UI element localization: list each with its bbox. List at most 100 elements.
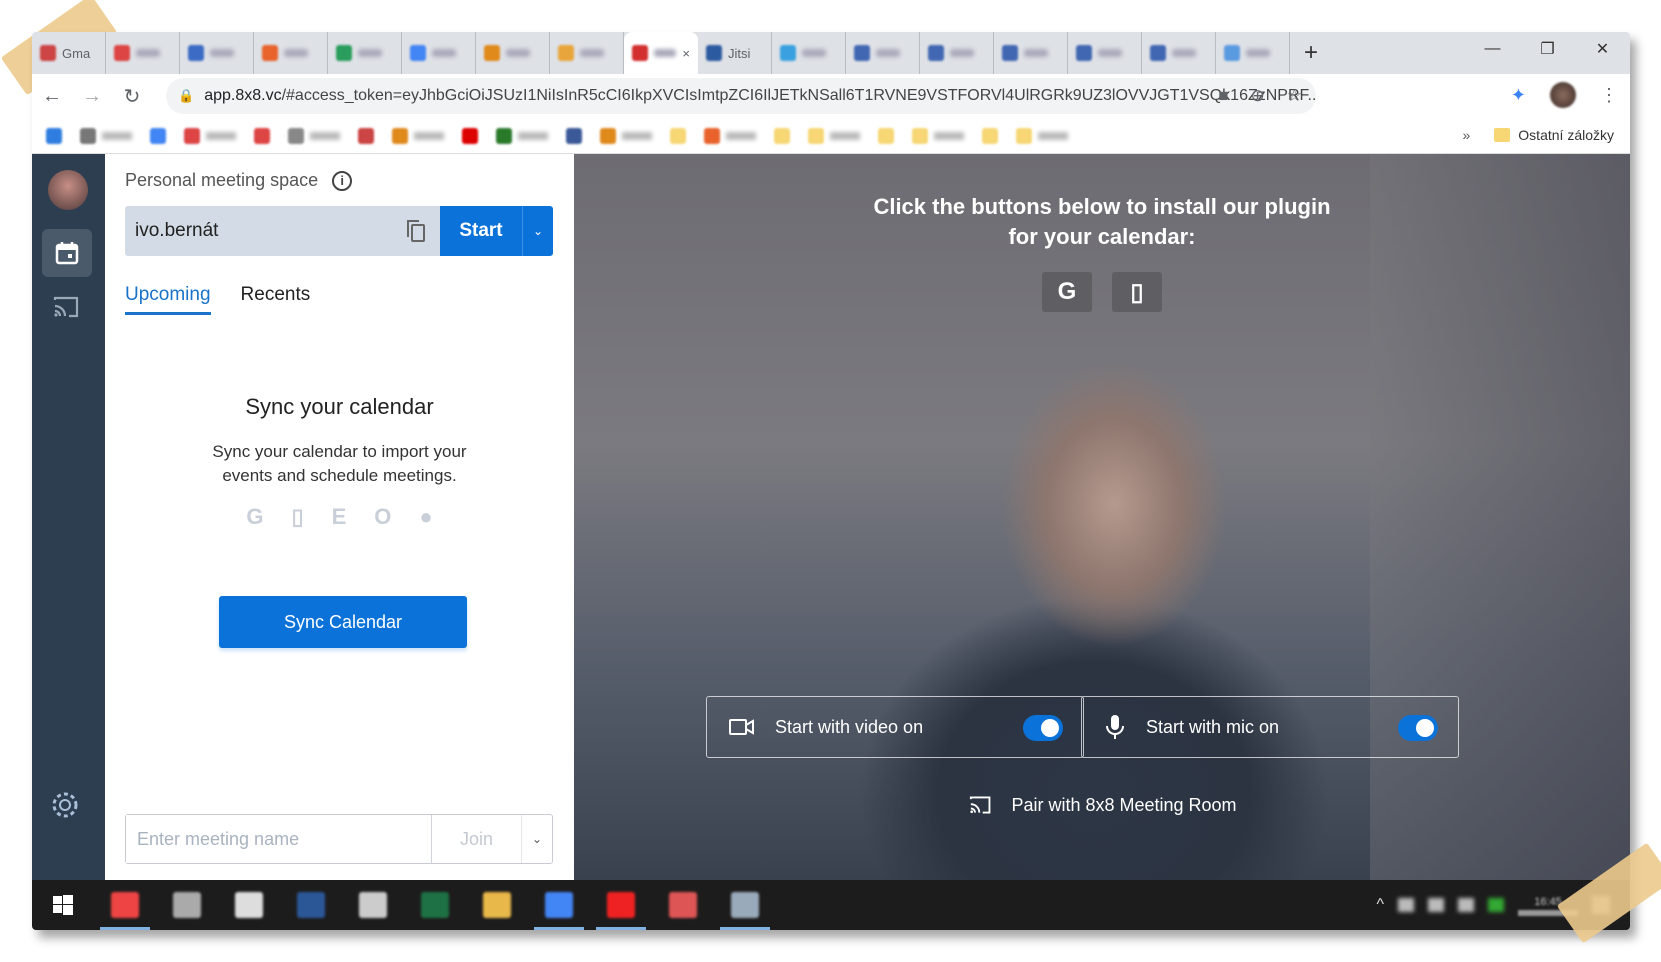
sync-description: Sync your calendar to import your events … <box>105 440 574 488</box>
tab-recents[interactable]: Recents <box>241 284 311 315</box>
extension-icon[interactable]: ✦ <box>1511 85 1526 106</box>
bookmark[interactable] <box>566 127 582 144</box>
browser-tab[interactable]: Gma <box>32 32 106 74</box>
info-icon[interactable]: i <box>332 170 353 191</box>
copy-button[interactable] <box>406 219 426 249</box>
google-icon: G <box>246 504 264 529</box>
browser-tab[interactable] <box>772 32 846 74</box>
close-tab-icon[interactable]: × <box>682 46 690 61</box>
browser-tab[interactable] <box>328 32 402 74</box>
sync-calendar-button[interactable]: Sync Calendar <box>219 596 467 648</box>
browser-tab[interactable] <box>1068 32 1142 74</box>
calendar-nav-button[interactable] <box>42 229 92 277</box>
bookmark[interactable] <box>184 127 236 144</box>
browser-tab[interactable] <box>920 32 994 74</box>
mic-toggle-switch[interactable] <box>1398 715 1438 741</box>
office-plugin-button[interactable]: ▯ <box>1112 272 1162 312</box>
menu-icon[interactable]: ⋮ <box>1600 85 1618 106</box>
bookmark[interactable] <box>392 127 444 144</box>
microphone-icon <box>1106 715 1124 739</box>
browser-tab[interactable]: × <box>624 32 698 74</box>
browser-tab[interactable] <box>1216 32 1290 74</box>
reload-icon[interactable]: ↻ <box>112 84 152 109</box>
meeting-name-input[interactable] <box>126 815 432 863</box>
taskbar-app[interactable] <box>466 880 528 930</box>
tray-icon[interactable] <box>1428 898 1444 912</box>
taskbar-app[interactable] <box>280 880 342 930</box>
forward-icon[interactable]: → <box>72 85 112 108</box>
other-bookmarks[interactable]: Ostatní záložky <box>1518 127 1614 143</box>
taskbar-app[interactable] <box>218 880 280 930</box>
bookmark[interactable] <box>150 127 166 144</box>
browser-tab[interactable] <box>402 32 476 74</box>
calendar-providers: G ▯ E O ● <box>105 504 574 530</box>
user-avatar[interactable] <box>48 170 88 210</box>
zoom-icon[interactable]: ⊕ <box>1251 86 1265 106</box>
join-dropdown-chevron-icon[interactable]: ⌄ <box>522 815 552 863</box>
video-toggle-row[interactable]: Start with video on <box>706 696 1084 758</box>
cast-nav-button[interactable] <box>52 294 82 325</box>
start-dropdown-chevron-icon[interactable]: ⌄ <box>523 206 553 256</box>
pair-meeting-room-link[interactable]: Pair with 8x8 Meeting Room <box>574 794 1630 816</box>
bookmark[interactable] <box>704 127 756 144</box>
cast-icon <box>53 296 79 318</box>
bookmark[interactable] <box>912 127 964 144</box>
browser-tab[interactable] <box>476 32 550 74</box>
browser-tab[interactable]: Jitsi <box>698 32 772 74</box>
minimize-button[interactable]: — <box>1465 32 1520 66</box>
pms-value[interactable]: ivo.bernát <box>135 220 218 242</box>
bookmark[interactable] <box>46 127 62 144</box>
browser-tab[interactable] <box>180 32 254 74</box>
close-window-button[interactable]: ✕ <box>1575 32 1630 66</box>
tray-icon[interactable] <box>1488 898 1504 912</box>
video-toggle-switch[interactable] <box>1023 715 1063 741</box>
taskbar-app[interactable] <box>652 880 714 930</box>
url-bar[interactable]: 🔒 app.8x8.vc/#access_token=eyJhbGciOiJSU… <box>166 78 1316 114</box>
back-icon[interactable]: ← <box>32 85 72 108</box>
bookmark[interactable] <box>774 127 790 144</box>
taskbar-app[interactable] <box>156 880 218 930</box>
taskbar-app[interactable] <box>714 880 776 930</box>
bookmark[interactable] <box>288 127 340 144</box>
taskbar-app[interactable] <box>528 880 590 930</box>
profile-avatar[interactable] <box>1550 82 1576 108</box>
browser-tab[interactable] <box>550 32 624 74</box>
taskbar-app[interactable] <box>94 880 156 930</box>
start-button[interactable]: Start <box>440 206 523 256</box>
browser-tab[interactable] <box>994 32 1068 74</box>
join-button[interactable]: Join <box>432 815 522 863</box>
bookmark[interactable] <box>462 127 478 144</box>
camera-icon[interactable]: ■ <box>1218 86 1228 106</box>
restore-button[interactable]: ❐ <box>1520 32 1575 66</box>
bookmark[interactable] <box>496 127 548 144</box>
bookmark[interactable] <box>80 127 132 144</box>
mic-toggle-row[interactable]: Start with mic on <box>1081 696 1459 758</box>
bookmark[interactable] <box>670 127 686 144</box>
browser-tab[interactable] <box>1142 32 1216 74</box>
start-menu-button[interactable] <box>32 880 94 930</box>
bookmark[interactable] <box>808 127 860 144</box>
taskbar-app[interactable] <box>590 880 652 930</box>
tab-favicon-icon <box>336 45 352 61</box>
tray-expand-icon[interactable]: ^ <box>1376 896 1384 914</box>
tray-icon[interactable] <box>1458 898 1474 912</box>
browser-tab[interactable] <box>846 32 920 74</box>
browser-tab[interactable] <box>254 32 328 74</box>
browser-tab[interactable] <box>106 32 180 74</box>
tray-icon[interactable] <box>1398 898 1414 912</box>
bookmark[interactable] <box>878 127 894 144</box>
exchange-icon: E <box>331 504 347 529</box>
tab-upcoming[interactable]: Upcoming <box>125 284 211 315</box>
bookmarks-overflow[interactable]: » <box>1463 127 1471 143</box>
taskbar-app[interactable] <box>342 880 404 930</box>
bookmark[interactable] <box>358 127 374 144</box>
taskbar-app[interactable] <box>404 880 466 930</box>
bookmark[interactable] <box>254 127 270 144</box>
bookmark[interactable] <box>1016 127 1068 144</box>
google-plugin-button[interactable]: G <box>1042 272 1092 312</box>
settings-button[interactable] <box>50 790 80 825</box>
star-icon[interactable]: ☆ <box>1287 86 1302 106</box>
new-tab-button[interactable]: + <box>1304 39 1318 67</box>
bookmark[interactable] <box>600 127 652 144</box>
bookmark[interactable] <box>982 127 998 144</box>
